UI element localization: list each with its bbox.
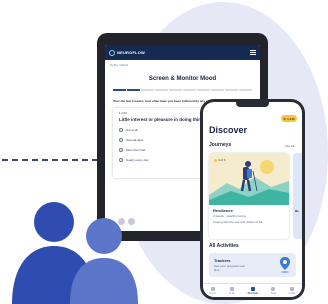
phone-notch bbox=[236, 102, 269, 107]
people-silhouette-illustration bbox=[12, 202, 138, 304]
